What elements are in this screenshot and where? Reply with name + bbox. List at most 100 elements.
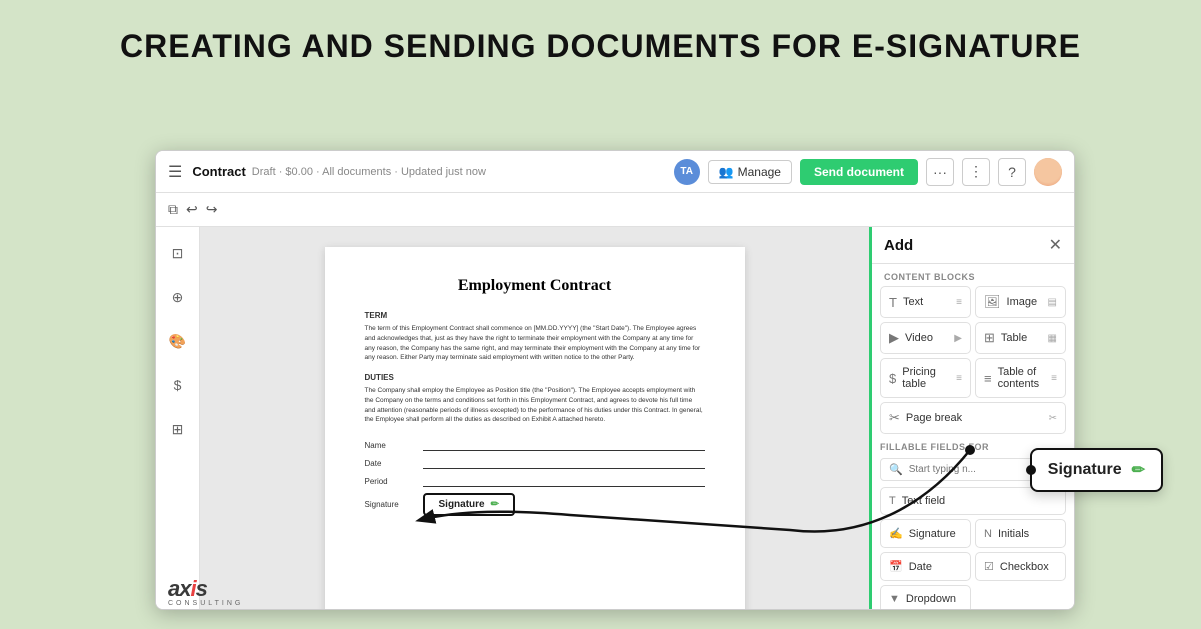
manage-button[interactable]: 👥 Manage [708,160,792,184]
send-document-button[interactable]: Send document [800,159,918,185]
pricing-icon: $ [889,371,896,386]
doc-fields: Name Date Period Signature Signa [365,439,705,516]
help-button[interactable]: ? [998,158,1026,186]
pricing-eq-icon: ≡ [956,373,962,384]
page-break-icon: ✂ [889,410,900,426]
top-bar: ☰ Contract Draft · $0.00 · All documents… [156,151,1074,193]
field-date-label: Date [365,459,415,468]
field-name-row: Name [365,439,705,451]
content-blocks-label: CONTENT BLOCKS [872,264,1074,286]
axis-logo-wordmark: axis [168,578,243,600]
signature-tooltip: Signature ✏ [1030,448,1163,492]
doc-meta: Draft · $0.00 · All documents · Updated … [252,166,486,178]
image-thumb-icon: ▤ [1048,297,1057,308]
top-bar-right: TA 👥 Manage Send document ··· ⋮ ? [674,158,1062,186]
fillable-dropdown-label: Dropdown [906,593,956,605]
fillable-signature-label: Signature [909,528,956,540]
fillable-date[interactable]: 📅 Date [880,552,971,581]
toolbar: ⧉ ↩ ↪ [156,193,1074,227]
toc-list-icon: ≡ [1051,373,1057,384]
tooltip-edit-icon: ✏ [1132,460,1145,480]
undo-icon[interactable]: ↩ [186,201,198,218]
overflow-button[interactable]: ⋮ [962,158,990,186]
doc-page: Employment Contract TERM The term of thi… [325,247,745,609]
panel-header: Add ✕ [872,227,1074,264]
block-text[interactable]: T Text ≡ [880,286,971,318]
tooltip-signature-text: Signature [1048,461,1122,479]
sidebar-icon-2[interactable]: ⊕ [164,283,192,311]
sidebar-icon-1[interactable]: ⊡ [164,239,192,267]
search-icon: 🔍 [889,463,903,476]
fillable-checkbox-label: Checkbox [1000,561,1049,573]
field-period-line [423,475,705,487]
table-icon: ⊞ [984,330,995,346]
manage-icon: 👥 [719,165,734,179]
sidebar-icon-4[interactable]: $ [164,371,192,399]
field-name-label: Name [365,441,415,450]
right-panel: Add ✕ CONTENT BLOCKS T Text ≡ 🖼 Image ▤ … [869,227,1074,609]
block-video-label: Video [905,332,933,344]
user-avatar [1034,158,1062,186]
block-image-label: Image [1007,296,1038,308]
toc-icon: ≡ [984,371,992,386]
field-period-row: Period [365,475,705,487]
sidebar-icon-5[interactable]: ⊞ [164,415,192,443]
checkbox-icon: ☑ [984,560,994,573]
fillable-checkbox[interactable]: ☑ Checkbox [975,552,1066,581]
field-date-line [423,457,705,469]
redo-icon[interactable]: ↪ [206,201,218,218]
initials-icon: N [984,528,992,540]
block-toc-label: Table of contents [998,366,1046,390]
field-period-label: Period [365,477,415,486]
block-table[interactable]: ⊞ Table ▦ [975,322,1066,354]
block-toc[interactable]: ≡ Table of contents ≡ [975,358,1066,398]
block-text-label: Text [903,296,923,308]
field-date-row: Date [365,457,705,469]
field-name-line [423,439,705,451]
text-field-label: Text field [902,495,945,507]
doc-heading: Employment Contract [365,277,705,295]
fillable-dropdown[interactable]: ▼ Dropdown [880,585,971,610]
avatar-face [1034,158,1062,186]
axis-logo-sub: CONSULTING [168,600,243,607]
more-options-button[interactable]: ··· [926,158,954,186]
sig-edit-icon: ✏ [491,499,499,510]
text-icon: T [889,295,897,310]
axis-logo-s: s [196,576,207,601]
content-area: ⊡ ⊕ 🎨 $ ⊞ Employment Contract TERM The t… [156,227,1074,609]
block-pricing-table[interactable]: $ Pricing table ≡ [880,358,971,398]
fillable-initials-label: Initials [998,528,1029,540]
sidebar-icon-3[interactable]: 🎨 [164,327,192,355]
block-pricing-label: Pricing table [902,366,950,390]
hamburger-icon[interactable]: ☰ [168,162,182,182]
block-page-break[interactable]: ✂ Page break ✂ [880,402,1066,434]
left-sidebar: ⊡ ⊕ 🎨 $ ⊞ [156,227,200,609]
copy-icon[interactable]: ⧉ [168,201,178,218]
signature-icon: ✍ [889,527,903,540]
signature-text: Signature [439,499,485,510]
section-term-label: TERM [365,311,705,320]
text-format-icon: ≡ [956,297,962,308]
signature-block: Signature Signature ✏ [365,493,705,516]
fillable-signature[interactable]: ✍ Signature [880,519,971,548]
page-title: CREATING AND SENDING DOCUMENTS FOR E-SIG… [0,0,1201,83]
block-video[interactable]: ▶ Video ▶ [880,322,971,354]
section-duties-label: DUTIES [365,373,705,382]
block-image[interactable]: 🖼 Image ▤ [975,286,1066,318]
panel-title: Add [884,237,913,254]
tooltip-dot [1026,465,1036,475]
section-term-text: The term of this Employment Contract sha… [365,324,705,363]
signature-box[interactable]: Signature ✏ [423,493,516,516]
video-play-icon: ▶ [954,333,962,344]
dropdown-icon: ▼ [889,593,900,605]
doc-title: Contract [192,164,245,179]
panel-close-button[interactable]: ✕ [1049,235,1062,255]
date-icon: 📅 [889,560,903,573]
text-field-icon: T [889,495,896,507]
block-page-break-label: Page break [906,412,962,424]
doc-area: Employment Contract TERM The term of thi… [200,227,869,609]
app-window: ☰ Contract Draft · $0.00 · All documents… [155,150,1075,610]
fillable-grid: ✍ Signature N Initials 📅 Date ☑ Checkbox [880,519,1066,610]
fillable-initials[interactable]: N Initials [975,519,1066,548]
sig-label: Signature [365,500,415,509]
